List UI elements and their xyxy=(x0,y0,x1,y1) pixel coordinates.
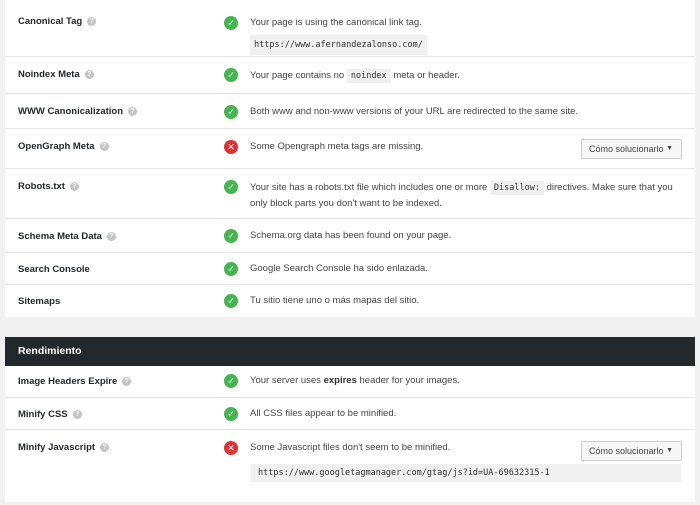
row-label: OpenGraph Meta? xyxy=(18,141,109,152)
check-icon: ✓ xyxy=(224,180,238,194)
expires-keyword: expires xyxy=(323,375,357,386)
row-www-canonicalization: WWW Canonicalization? ✓ Both www and non… xyxy=(5,94,695,129)
question-icon[interactable]: ? xyxy=(87,17,97,26)
row-sitemaps: Sitemaps ✓ Tu sitio tiene uno o más mapa… xyxy=(5,285,695,317)
label-text: Image Headers Expire xyxy=(18,376,118,387)
disallow-code: Disallow: xyxy=(489,181,544,195)
row-label: Noindex Meta? xyxy=(18,69,94,80)
row-opengraph-meta: OpenGraph Meta? ✕ Some Opengraph meta ta… xyxy=(5,129,695,169)
label-text: Search Console xyxy=(18,264,90,275)
row-message: Your page is using the canonical link ta… xyxy=(250,15,681,55)
noindex-code: noindex xyxy=(346,69,391,83)
label-text: Sitemaps xyxy=(18,296,61,307)
caret-down-icon: ▼ xyxy=(666,145,673,152)
button-label: Cómo solucionarlo xyxy=(589,446,664,456)
row-canonical-tag: Canonical Tag? ✓ Your page is using the … xyxy=(5,0,695,57)
row-label: Sitemaps xyxy=(18,296,60,307)
question-icon[interactable]: ? xyxy=(100,443,110,452)
check-icon: ✓ xyxy=(224,374,238,388)
message-text: Your server uses xyxy=(250,375,321,386)
row-label: Robots.txt? xyxy=(18,181,79,192)
row-label: Minify CSS? xyxy=(18,409,82,420)
message-text: Your site has a robots.txt file which in… xyxy=(250,182,488,193)
check-icon: ✓ xyxy=(224,105,238,119)
row-label: Schema Meta Data? xyxy=(18,231,116,242)
check-icon: ✓ xyxy=(224,262,238,276)
performance-panel: Image Headers Expire? ✓ Your server uses… xyxy=(5,366,695,502)
row-message: All CSS files appear to be minified. xyxy=(250,406,681,422)
row-minify-javascript: Minify Javascript? ✕ Some Javascript fil… xyxy=(5,430,695,502)
row-message: Schema.org data has been found on your p… xyxy=(250,228,681,244)
row-label: Search Console xyxy=(18,264,90,275)
message-text: header for your images. xyxy=(359,375,460,386)
label-text: WWW Canonicalization xyxy=(18,106,124,117)
seo-panel: Canonical Tag? ✓ Your page is using the … xyxy=(5,0,695,317)
label-text: Noindex Meta xyxy=(18,69,80,80)
script-url-code: https://www.googletagmanager.com/gtag/js… xyxy=(251,464,681,482)
question-icon[interactable]: ? xyxy=(99,142,109,151)
row-message: Both www and non-www versions of your UR… xyxy=(250,104,681,120)
row-label: Canonical Tag? xyxy=(18,16,97,27)
row-message: Tu sitio tiene uno o más mapas del sitio… xyxy=(250,293,681,309)
row-label: Image Headers Expire? xyxy=(18,376,132,387)
check-icon: ✓ xyxy=(224,294,238,308)
question-icon[interactable]: ? xyxy=(69,182,79,191)
row-message: Google Search Console ha sido enlazada. xyxy=(250,261,681,277)
message-text: Tu sitio tiene uno o más mapas del sitio… xyxy=(250,295,420,306)
message-text: Google Search Console ha sido enlazada. xyxy=(250,263,428,274)
fix-button[interactable]: Cómo solucionarlo ▼ xyxy=(581,139,682,159)
row-image-headers-expire: Image Headers Expire? ✓ Your server uses… xyxy=(5,366,695,398)
row-search-console: Search Console ✓ Google Search Console h… xyxy=(5,253,695,285)
caret-down-icon: ▼ xyxy=(666,447,673,454)
label-text: Canonical Tag xyxy=(18,16,83,27)
question-icon[interactable]: ? xyxy=(84,70,94,79)
message-text: Both www and non-www versions of your UR… xyxy=(250,106,579,117)
check-icon: ✓ xyxy=(224,68,238,82)
message-text: All CSS files appear to be minified. xyxy=(250,408,397,419)
cross-icon: ✕ xyxy=(224,441,238,455)
check-icon: ✓ xyxy=(224,407,238,421)
label-text: Robots.txt xyxy=(18,181,65,192)
message-text: Some Javascript files don't seem to be m… xyxy=(250,442,451,453)
message-text: Schema.org data has been found on your p… xyxy=(250,230,452,241)
label-text: Minify CSS xyxy=(18,409,68,420)
section-header-rendimiento: Rendimiento xyxy=(5,337,695,366)
row-message: Your site has a robots.txt file which in… xyxy=(250,180,681,212)
canonical-url-code: https://www.afernandezalonso.com/ xyxy=(250,35,427,55)
message-text: meta or header. xyxy=(393,70,460,81)
question-icon[interactable]: ? xyxy=(106,232,116,241)
message-text: Some Opengraph meta tags are missing. xyxy=(250,141,424,152)
section-title: Rendimiento xyxy=(18,345,82,357)
button-label: Cómo solucionarlo xyxy=(589,144,664,154)
label-text: Minify Javascript xyxy=(18,442,96,453)
question-icon[interactable]: ? xyxy=(72,410,82,419)
row-message: Your page contains no noindex meta or he… xyxy=(250,68,681,84)
row-minify-css: Minify CSS? ✓ All CSS files appear to be… xyxy=(5,398,695,430)
message-text: Your page is using the canonical link ta… xyxy=(250,17,422,28)
message-text: Your page contains no xyxy=(250,70,345,81)
fix-button[interactable]: Cómo solucionarlo ▼ xyxy=(581,441,682,461)
cross-icon: ✕ xyxy=(224,140,238,154)
row-label: WWW Canonicalization? xyxy=(18,106,138,117)
row-schema-meta-data: Schema Meta Data? ✓ Schema.org data has … xyxy=(5,219,695,253)
label-text: OpenGraph Meta xyxy=(18,141,95,152)
row-message: Your server uses expires header for your… xyxy=(250,373,681,389)
check-icon: ✓ xyxy=(224,16,238,30)
label-text: Schema Meta Data xyxy=(18,231,102,242)
row-robots-txt: Robots.txt? ✓ Your site has a robots.txt… xyxy=(5,169,695,219)
question-icon[interactable]: ? xyxy=(128,107,138,116)
row-noindex-meta: Noindex Meta? ✓ Your page contains no no… xyxy=(5,57,695,94)
check-icon: ✓ xyxy=(224,229,238,243)
question-icon[interactable]: ? xyxy=(122,377,132,386)
row-label: Minify Javascript? xyxy=(18,442,110,453)
